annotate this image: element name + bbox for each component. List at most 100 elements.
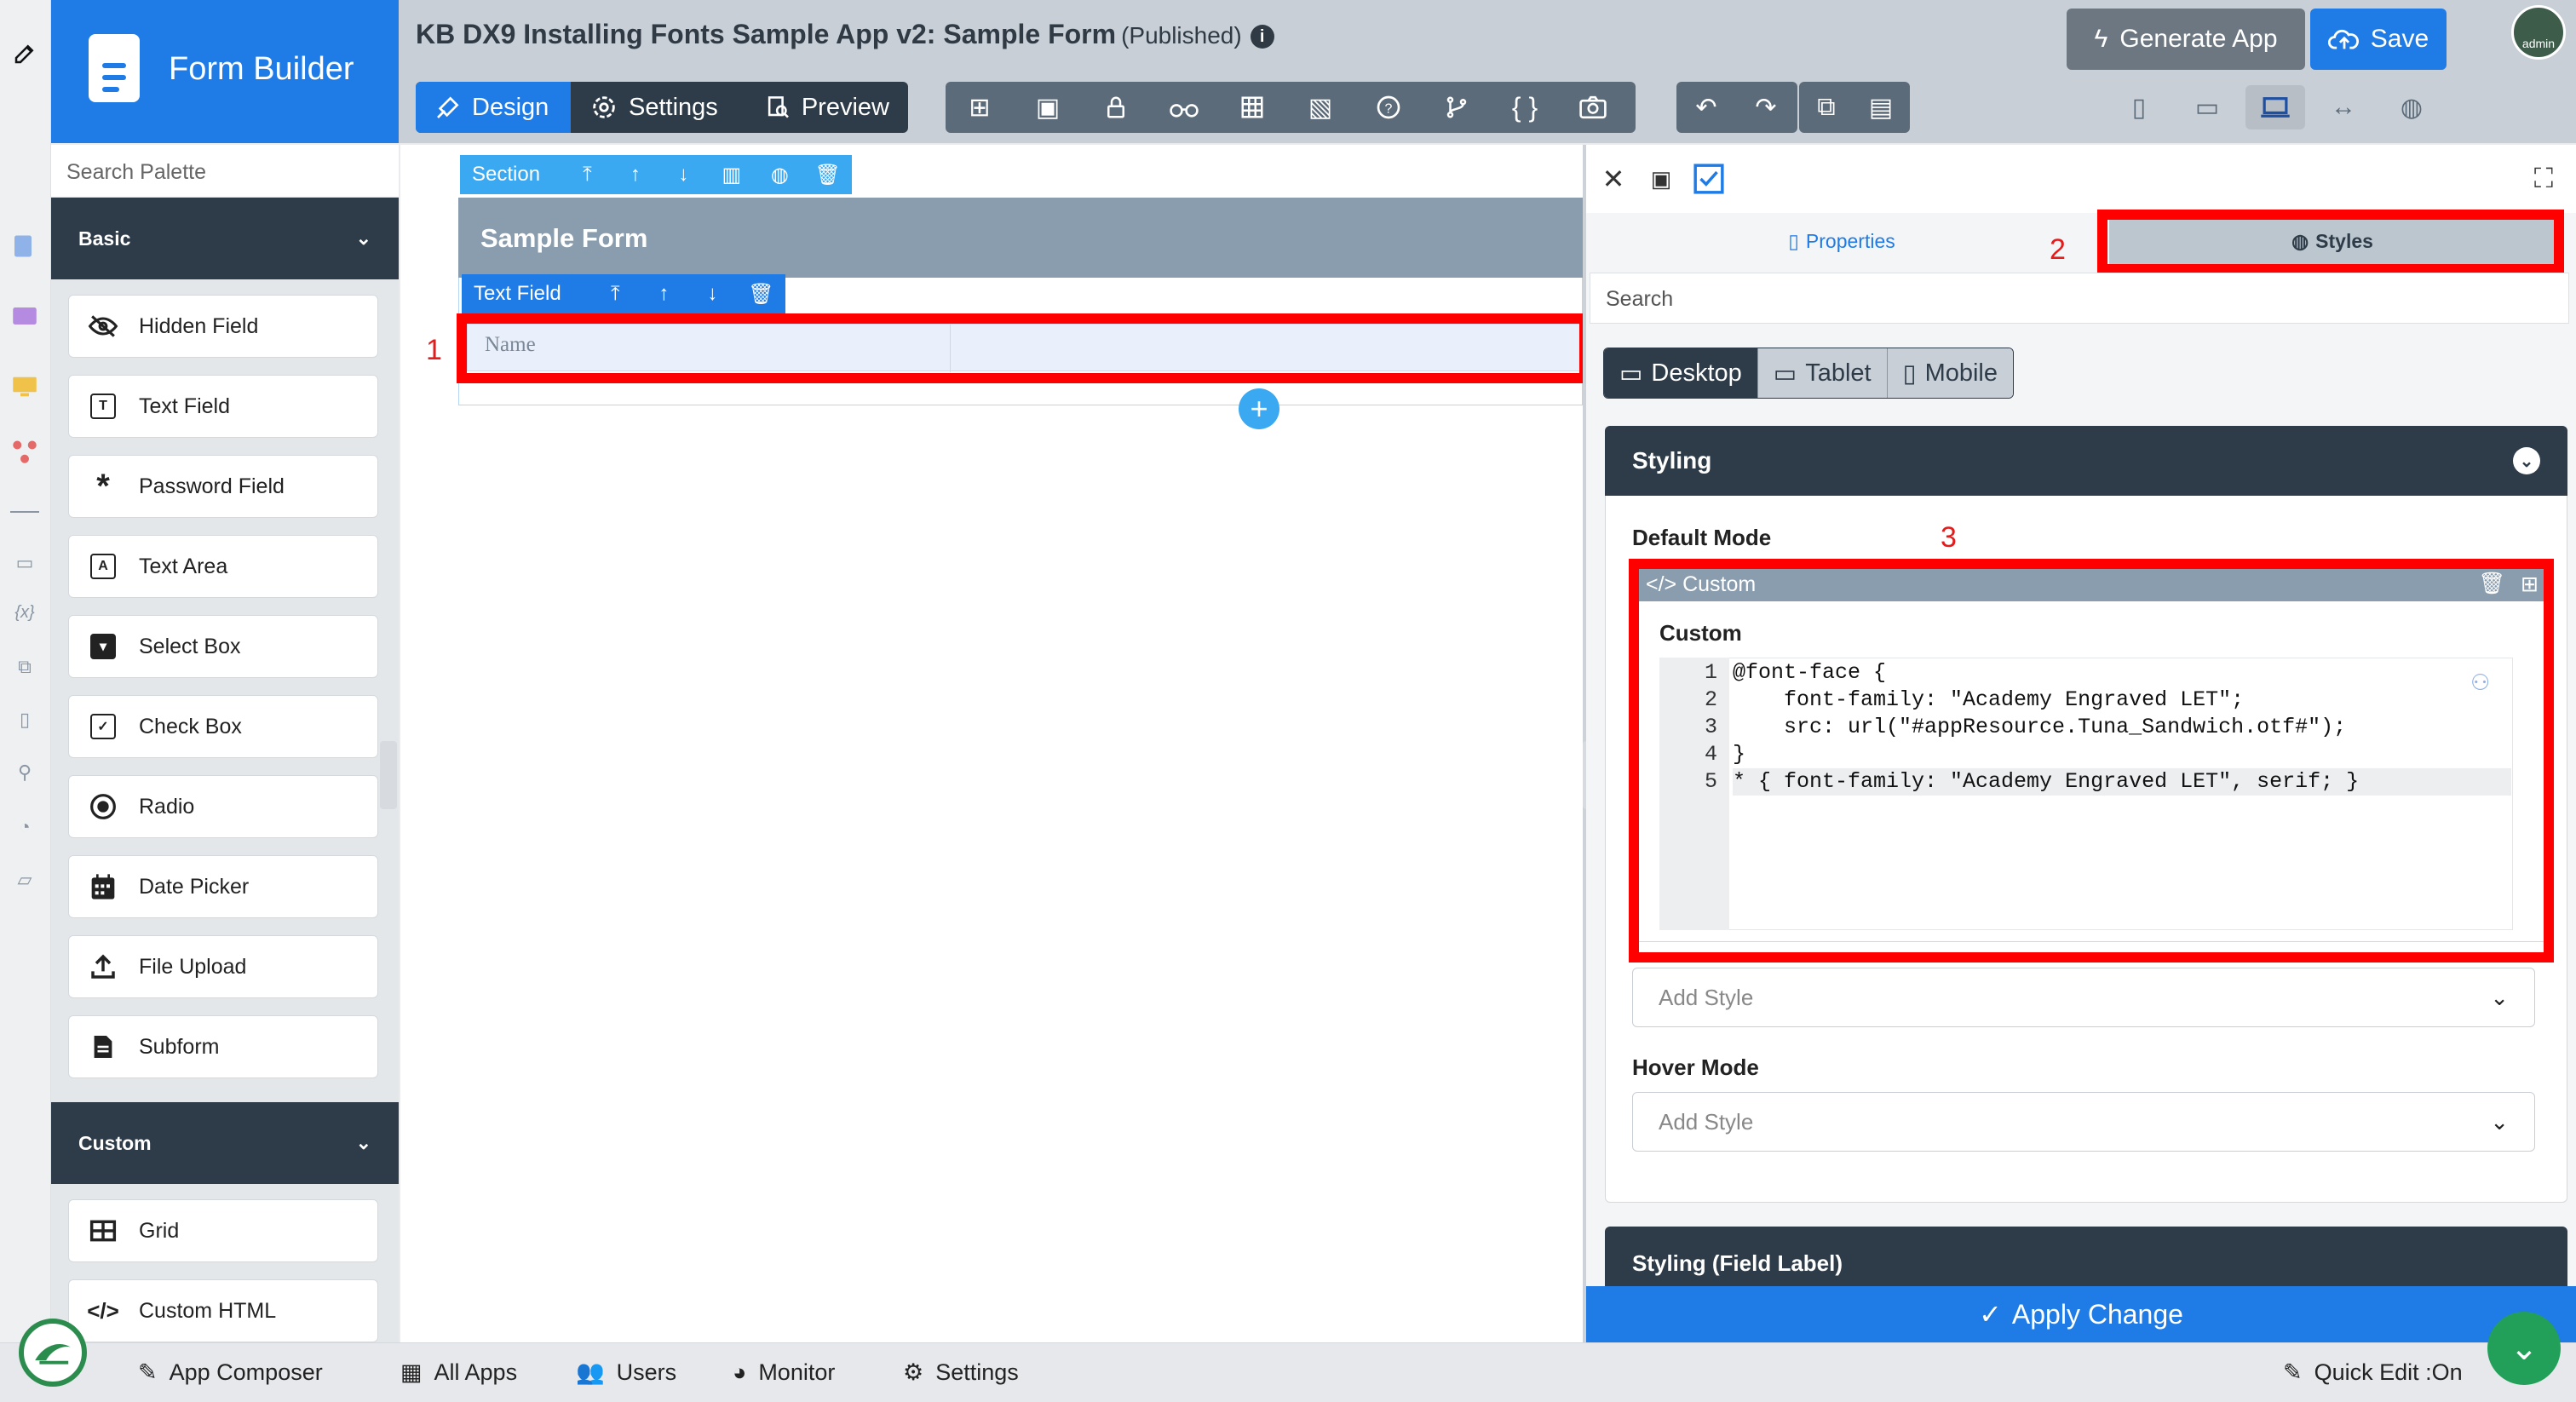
radio-icon — [86, 790, 120, 824]
styling-field-label-header[interactable]: Styling (Field Label) — [1605, 1227, 2567, 1286]
palette-icon[interactable]: ◍ — [2382, 85, 2441, 129]
palette-item-text-area[interactable]: A Text Area — [68, 535, 378, 598]
expand-icon[interactable]: ⛶ — [2527, 162, 2561, 196]
process-icon[interactable] — [12, 440, 37, 465]
add-style-select[interactable]: Add Style ⌄ — [1632, 968, 2535, 1027]
palette-item-radio[interactable]: Radio — [68, 775, 378, 838]
mobile-view-icon[interactable]: ▯ — [2109, 85, 2169, 129]
settings-link[interactable]: ⚙ Settings — [903, 1342, 1019, 1402]
all-apps-link[interactable]: ▦ All Apps — [400, 1342, 517, 1402]
hover-add-style-select[interactable]: Add Style ⌄ — [1632, 1092, 2535, 1152]
annotation-number-2: 2 — [2050, 233, 2066, 266]
brand-header[interactable]: Form Builder — [51, 0, 399, 143]
redo-icon[interactable]: ↷ — [1736, 82, 1796, 133]
performance-icon[interactable]: ◔ — [12, 814, 37, 840]
variable-icon[interactable]: {x} — [12, 600, 37, 625]
palette-icon[interactable]: ◍ — [756, 163, 803, 187]
bolt-icon: ϟ — [2094, 25, 2108, 53]
table-export-icon[interactable]: ▣ — [1014, 82, 1082, 133]
annotation-number-3: 3 — [1941, 521, 1957, 554]
palette-search-input[interactable]: Search Palette — [51, 145, 399, 198]
plugin-icon[interactable]: ⚲ — [12, 760, 37, 785]
palette-basic-header[interactable]: Basic ⌄ — [51, 198, 399, 279]
arrow-up-icon[interactable]: ↑ — [612, 163, 659, 187]
joget-logo-icon[interactable] — [19, 1319, 87, 1387]
desktop-view-icon[interactable] — [2245, 85, 2305, 129]
palette-item-file-upload[interactable]: File Upload — [68, 935, 378, 998]
close-icon[interactable]: ✕ — [1596, 162, 1630, 196]
binoculars-icon[interactable] — [1150, 82, 1218, 133]
info-icon[interactable]: i — [1250, 24, 1274, 49]
columns-icon[interactable]: ▥ — [708, 163, 756, 187]
tab-desktop[interactable]: ▭ Desktop — [1604, 348, 1757, 398]
fullwidth-icon[interactable]: ↔ — [2314, 85, 2373, 129]
copy-icon[interactable]: ⧉ — [1799, 82, 1854, 133]
palette-item-text-field[interactable]: T Text Field — [68, 375, 378, 438]
undo-redo-group: ↶ ↷ — [1676, 82, 1797, 133]
datalist-icon[interactable] — [12, 305, 37, 330]
window-icon[interactable]: ▣ — [1644, 162, 1678, 196]
styling-header[interactable]: Styling ⌄ — [1605, 426, 2567, 496]
tab-preview[interactable]: Preview — [746, 82, 908, 133]
camera-icon[interactable] — [1559, 82, 1627, 133]
file-icon[interactable]: ▯ — [12, 707, 37, 733]
users-link[interactable]: 👥 Users — [576, 1342, 676, 1402]
palette-item-hidden-field[interactable]: Hidden Field — [68, 295, 378, 358]
image-edit-icon[interactable]: ▧ — [1286, 82, 1354, 133]
arrow-down-icon[interactable]: ↓ — [659, 163, 707, 187]
arrow-down-icon[interactable]: ↓ — [688, 282, 737, 306]
tab-mobile[interactable]: ▯ Mobile — [1886, 348, 2013, 398]
subform-icon — [86, 1030, 120, 1064]
braces-icon[interactable]: { } — [1491, 82, 1559, 133]
palette-item-grid[interactable]: Grid — [68, 1199, 378, 1262]
tab-tablet[interactable]: ▭ Tablet — [1757, 348, 1887, 398]
check-square-icon[interactable] — [1692, 162, 1726, 196]
undo-icon[interactable]: ↶ — [1676, 82, 1736, 133]
svg-text:?: ? — [1385, 102, 1393, 117]
palette-resize-handle[interactable] — [380, 741, 397, 809]
tab-settings[interactable]: Settings — [571, 82, 746, 133]
monitor-link[interactable]: ◕ Monitor — [733, 1342, 835, 1402]
branch-icon[interactable] — [1423, 82, 1491, 133]
palette-item-subform[interactable]: Subform — [68, 1015, 378, 1078]
tab-design[interactable]: Design — [416, 82, 571, 133]
trash-icon[interactable]: 🗑 — [804, 163, 852, 187]
calendar-icon — [86, 870, 120, 904]
tree-icon[interactable]: ⊞ — [946, 82, 1014, 133]
add-element-button[interactable]: + — [1239, 388, 1279, 429]
generate-app-button[interactable]: ϟ Generate App — [2067, 9, 2305, 70]
help-icon[interactable]: ? — [1354, 82, 1423, 133]
avatar[interactable]: admin — [2511, 5, 2566, 60]
default-mode-label: Default Mode — [1632, 525, 1772, 550]
move-up-icon[interactable]: ⤒ — [591, 282, 640, 306]
tablet-icon: ▭ — [1773, 359, 1797, 388]
style-search-input[interactable]: Search — [1590, 273, 2569, 324]
app-composer-link[interactable]: ✎ App Composer — [138, 1342, 323, 1402]
palette-item-custom-html[interactable]: </> Custom HTML — [68, 1279, 378, 1342]
grid-icon[interactable] — [1218, 82, 1286, 133]
collapse-menu-button[interactable]: ⌄ — [2487, 1312, 2561, 1385]
export-icon[interactable]: ▱ — [12, 867, 37, 893]
palette-item-date-picker[interactable]: Date Picker — [68, 855, 378, 918]
edit-icon[interactable] — [12, 41, 37, 66]
palette-item-select-box[interactable]: ▾ Select Box — [68, 615, 378, 678]
edit-icon: ✎ — [138, 1359, 158, 1385]
move-up-icon[interactable]: ⤒ — [563, 163, 611, 187]
grid-icon: ▦ — [400, 1359, 423, 1385]
apply-change-button[interactable]: ✓ Apply Change — [1586, 1286, 2576, 1342]
lock-icon[interactable] — [1082, 82, 1150, 133]
palette-custom-header[interactable]: Custom ⌄ — [51, 1102, 399, 1184]
tab-properties[interactable]: ▯ Properties — [1586, 215, 2097, 267]
form-icon[interactable] — [12, 233, 37, 259]
save-button[interactable]: Save — [2310, 9, 2447, 70]
trash-icon[interactable]: 🗑 — [737, 282, 785, 307]
palette-item-password-field[interactable]: * Password Field — [68, 455, 378, 518]
paste-icon[interactable]: ▤ — [1854, 82, 1908, 133]
arrow-up-icon[interactable]: ↑ — [640, 282, 688, 306]
quick-edit-toggle[interactable]: ✎ Quick Edit :On — [2283, 1342, 2463, 1402]
translate-icon[interactable]: ⧉ — [12, 654, 37, 680]
userview-icon[interactable] — [12, 375, 37, 400]
note-icon[interactable]: ▭ — [12, 550, 37, 576]
tablet-view-icon[interactable]: ▭ — [2177, 85, 2237, 129]
palette-item-check-box[interactable]: ✓ Check Box — [68, 695, 378, 758]
